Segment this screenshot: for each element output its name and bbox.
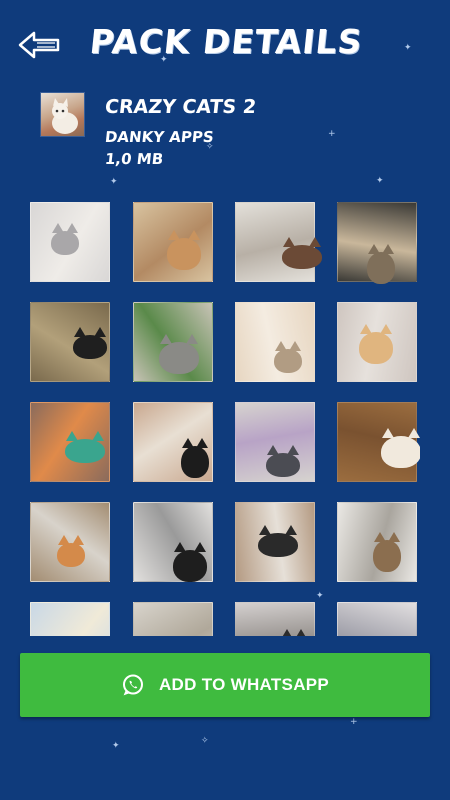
cat-icon [367,244,395,284]
sticker-13[interactable] [30,502,110,582]
sparkle-icon: ✧ [201,736,209,746]
sticker-grid [30,202,420,636]
pack-info: CRAZY CATS 2 DANKY APPS 1,0 MB [40,90,440,180]
page-title: PACK DETAILS [87,22,365,61]
cat-icon [173,542,207,582]
sticker-14[interactable] [133,502,213,582]
add-to-whatsapp-label: ADD TO WHATSAPP [158,675,330,694]
cat-icon [258,525,298,557]
back-arrow-icon [18,31,60,59]
sticker-19[interactable] [235,602,315,636]
pack-name: CRAZY CATS 2 [103,96,258,118]
pack-size: 1,0 MB [104,150,165,168]
app-screen: ✦ ✦ ✦ + ✧ ✦ ✦ ✦ ✦ ✦ ✧ + PACK DETAILS CRA… [0,0,450,800]
cat-icon [373,532,401,572]
sticker-7[interactable] [235,302,315,382]
sticker-18[interactable] [133,602,213,636]
sticker-1[interactable] [30,202,110,282]
sticker-9[interactable] [30,402,110,482]
sticker-10[interactable] [133,402,213,482]
sticker-12[interactable] [337,402,420,482]
sticker-8[interactable] [337,302,417,382]
cat-icon [274,341,302,373]
sticker-4[interactable] [337,202,417,284]
sticker-3[interactable] [235,202,322,282]
cat-icon [52,98,78,134]
pack-author: DANKY APPS [104,128,215,146]
sparkle-icon: ✦ [112,741,120,751]
top-bar: PACK DETAILS [0,0,450,90]
pack-thumbnail [40,92,85,137]
sticker-2[interactable] [133,202,213,282]
cat-icon [159,334,199,374]
sticker-15[interactable] [235,502,315,582]
cat-icon [266,445,300,477]
sticker-20[interactable] [337,602,417,636]
whatsapp-icon [122,674,143,696]
cat-icon [65,431,105,463]
sticker-11[interactable] [235,402,315,482]
cat-icon [57,535,85,567]
sticker-17[interactable] [30,602,110,636]
cat-icon [73,327,107,359]
cat-icon [282,237,322,269]
sticker-5[interactable] [30,302,110,382]
cat-icon [359,324,393,364]
sparkle-icon: + [350,717,358,727]
cat-icon [381,428,420,468]
back-button[interactable] [18,30,62,60]
sticker-6[interactable] [133,302,213,382]
cat-icon [51,223,79,255]
cat-icon [181,438,209,478]
sticker-16[interactable] [337,502,417,582]
cat-icon [167,230,201,270]
add-to-whatsapp-button[interactable]: ADD TO WHATSAPP [20,653,430,717]
